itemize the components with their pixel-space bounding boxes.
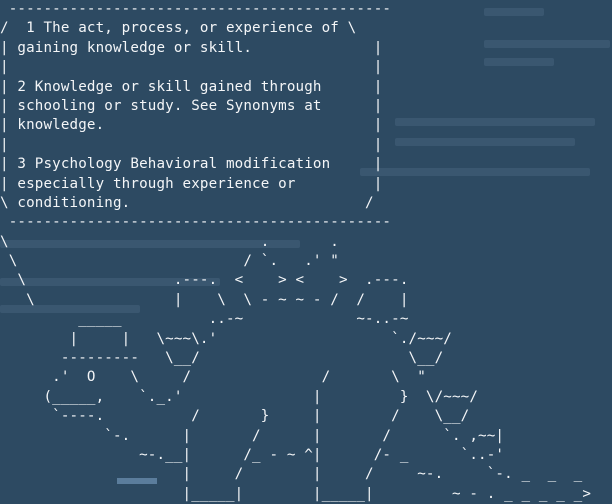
terminal-line: | / | / ~-. `-. _ _ _: [0, 466, 583, 483]
terminal-line: --------- \__/ \__/: [0, 350, 444, 367]
terminal-line: _____ ..-~ ~-..-~: [0, 311, 409, 328]
terminal-output: ----------------------------------------…: [0, 0, 612, 502]
terminal-line: | | \~~~\.' `./~~~/: [0, 330, 452, 347]
terminal-line: \ . .: [0, 233, 339, 250]
terminal-line: (_____, `._.' | } \/~~~/: [0, 388, 479, 405]
terminal-line: ~-.__| /_ - ~ ^| /- _ `..-': [0, 446, 505, 463]
terminal-line: \ / `. .' ": [0, 253, 339, 270]
terminal-line: | |: [0, 136, 383, 153]
terminal-line: | schooling or study. See Synonyms at |: [0, 97, 383, 114]
terminal-line: .' O \ / / \ ": [0, 369, 426, 386]
terminal-line: / 1 The act, process, or experience of \: [0, 20, 357, 37]
terminal-line: \ | \ \ - ~ ~ - / / |: [0, 291, 409, 308]
terminal-line: `-. | / | / `. ,~~|: [0, 427, 505, 444]
terminal-line: ----------------------------------------…: [0, 1, 400, 17]
terminal-line: `----. / } | / \__/: [0, 408, 470, 425]
terminal-line: | |: [0, 59, 383, 76]
terminal-line: \ .---. < > < > .---.: [0, 272, 409, 289]
terminal-line: |_____| |_____| ~ - . _ _ _ _ _>: [0, 485, 592, 502]
terminal-line: | especially through experience or |: [0, 175, 383, 192]
terminal-line: | gaining knowledge or skill. |: [0, 39, 383, 56]
terminal-line: | 3 Psychology Behavioral modification |: [0, 156, 383, 173]
terminal-cursor: [117, 478, 157, 484]
terminal-line: ----------------------------------------…: [0, 214, 400, 231]
terminal-line: | 2 Knowledge or skill gained through |: [0, 78, 383, 95]
terminal-line: | knowledge. |: [0, 117, 383, 134]
terminal-line: \ conditioning. /: [0, 194, 374, 211]
